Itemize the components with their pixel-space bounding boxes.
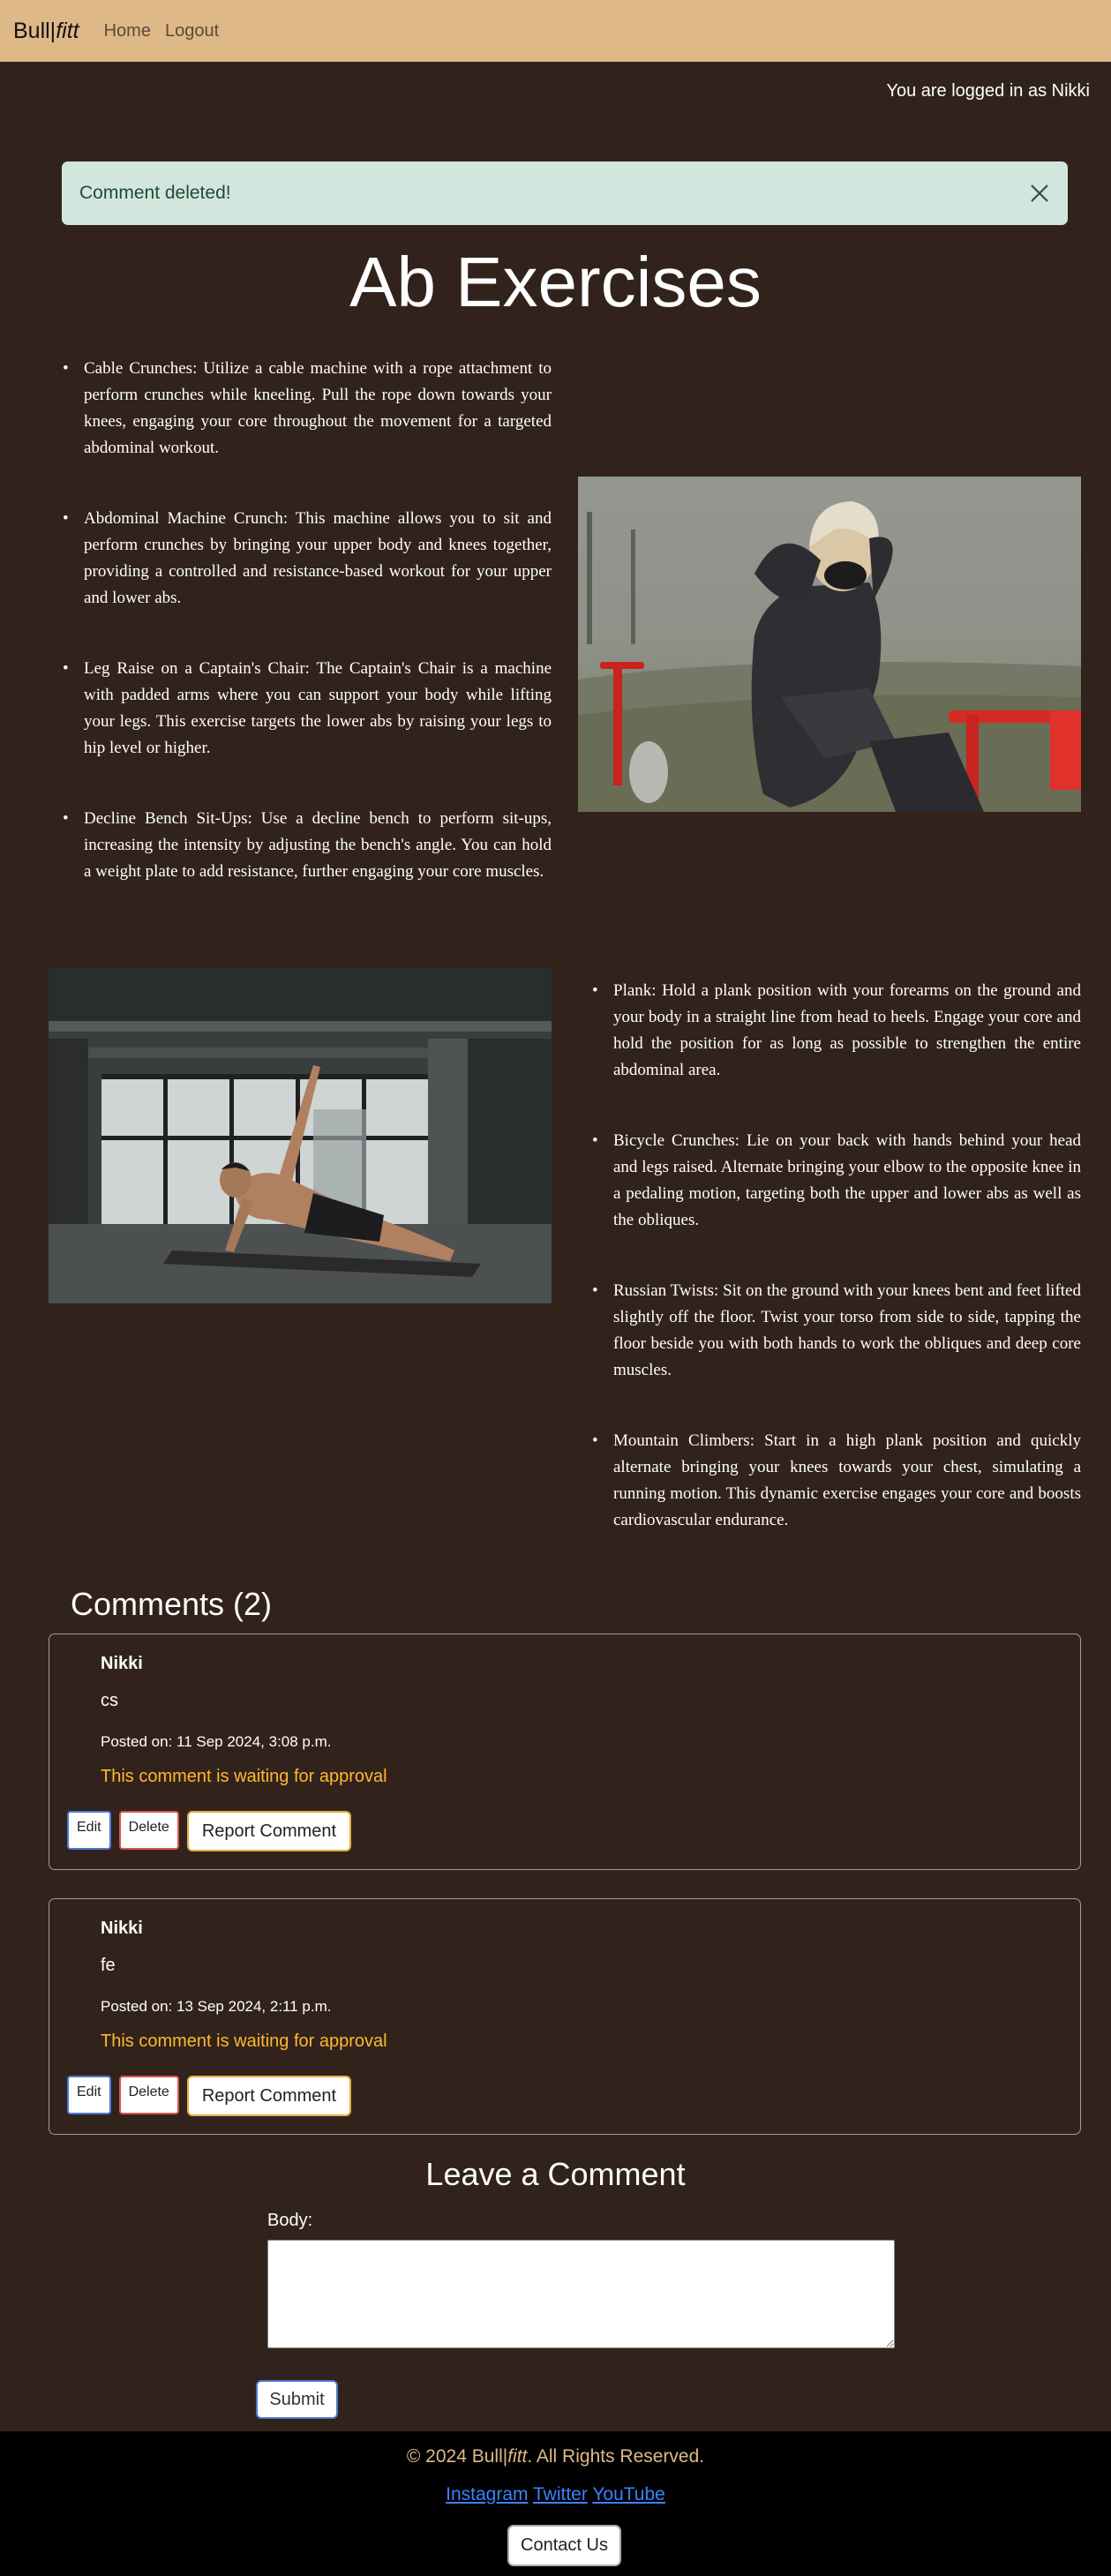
- nav-link-home[interactable]: Home: [104, 21, 151, 41]
- leave-comment-heading: Leave a Comment: [425, 2156, 686, 2192]
- nav-link-logout[interactable]: Logout: [165, 21, 219, 41]
- delete-button[interactable]: Delete: [118, 1811, 179, 1850]
- youtube-link[interactable]: YouTube: [592, 2484, 665, 2505]
- exercise-photo-man: [49, 968, 552, 1303]
- edit-button[interactable]: Edit: [67, 2076, 111, 2114]
- alert-message: Comment deleted!: [79, 183, 231, 203]
- exercise-photo-woman: [578, 477, 1081, 812]
- comment-card: Nikki fe Posted on: 13 Sep 2024, 2:11 p.…: [49, 1898, 1081, 2135]
- comment-status: This comment is waiting for approval: [101, 2032, 387, 2051]
- delete-button[interactable]: Delete: [118, 2076, 179, 2114]
- submit-button[interactable]: Submit: [256, 2380, 338, 2419]
- success-alert: Comment deleted!: [62, 161, 1068, 225]
- body-label: Body:: [267, 2211, 313, 2230]
- twitter-link[interactable]: Twitter: [533, 2484, 588, 2505]
- logged-in-status: You are logged in as Nikki: [886, 81, 1090, 101]
- list-item: Abdominal Machine Crunch: This machine a…: [49, 506, 552, 612]
- exercise-list-right: Plank: Hold a plank position with your f…: [578, 978, 1081, 1534]
- social-links: Instagram Twitter YouTube: [0, 2484, 1111, 2505]
- brand-name: Bull|: [13, 18, 56, 43]
- navbar: Bull|fitt Home Logout: [0, 0, 1111, 62]
- copyright-brand: fitt: [507, 2446, 528, 2467]
- comment-actions: Edit Delete Report Comment: [67, 2076, 352, 2116]
- comment-actions: Edit Delete Report Comment: [67, 1811, 352, 1851]
- list-item: Bicycle Crunches: Lie on your back with …: [578, 1128, 1081, 1234]
- brand-name-italic: fitt: [56, 18, 79, 43]
- comment-date: Posted on: 11 Sep 2024, 3:08 p.m.: [101, 1733, 332, 1750]
- list-item: Russian Twists: Sit on the ground with y…: [578, 1278, 1081, 1384]
- contact-us-button[interactable]: Contact Us: [507, 2525, 621, 2566]
- list-item: Decline Bench Sit-Ups: Use a decline ben…: [49, 806, 552, 885]
- list-item: Mountain Climbers: Start in a high plank…: [578, 1428, 1081, 1534]
- comment-author: Nikki: [101, 1919, 143, 1938]
- footer: © 2024 Bull|fitt. All Rights Reserved. I…: [0, 2431, 1111, 2576]
- page-title: Ab Exercises: [349, 243, 762, 321]
- comment-status: This comment is waiting for approval: [101, 1767, 387, 1786]
- report-comment-button[interactable]: Report Comment: [186, 1811, 352, 1851]
- brand-logo[interactable]: Bull|fitt: [13, 19, 79, 44]
- report-comment-button[interactable]: Report Comment: [186, 2076, 352, 2116]
- comment-card: Nikki cs Posted on: 11 Sep 2024, 3:08 p.…: [49, 1633, 1081, 1870]
- exercise-list-left: Cable Crunches: Utilize a cable machine …: [49, 356, 552, 885]
- list-item: Plank: Hold a plank position with your f…: [578, 978, 1081, 1084]
- copyright-text: © 2024 Bull|fitt. All Rights Reserved.: [0, 2446, 1111, 2467]
- edit-button[interactable]: Edit: [67, 1811, 111, 1850]
- comment-author: Nikki: [101, 1654, 143, 1673]
- list-item: Cable Crunches: Utilize a cable machine …: [49, 356, 552, 462]
- comment-body-input[interactable]: [267, 2240, 895, 2348]
- copyright-prefix: © 2024 Bull|: [406, 2446, 508, 2467]
- comment-body: fe: [101, 1956, 116, 1975]
- instagram-link[interactable]: Instagram: [446, 2484, 528, 2505]
- comment-date: Posted on: 13 Sep 2024, 2:11 p.m.: [101, 1998, 332, 2015]
- comment-body: cs: [101, 1691, 118, 1710]
- copyright-suffix: . All Rights Reserved.: [527, 2446, 705, 2467]
- list-item: Leg Raise on a Captain's Chair: The Capt…: [49, 656, 552, 762]
- close-icon[interactable]: [1027, 181, 1052, 206]
- comments-heading: Comments (2): [71, 1586, 273, 1622]
